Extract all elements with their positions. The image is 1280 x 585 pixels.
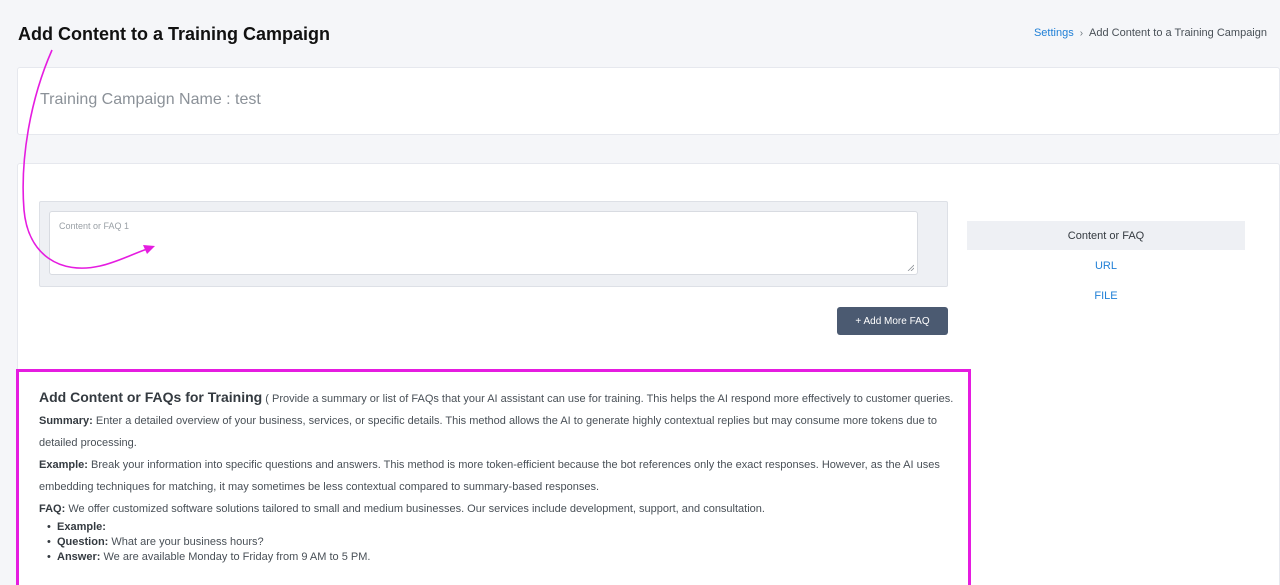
instructions-intro: Add Content or FAQs for Training ( Provi… <box>39 386 954 410</box>
instructions-intro-text: ( Provide a summary or list of FAQs that… <box>265 393 954 405</box>
faq-label: FAQ: <box>39 503 66 515</box>
bullet-text: What are your business hours? <box>111 536 264 548</box>
example-paragraph: Example: Break your information into spe… <box>39 454 954 498</box>
breadcrumb: Settings › Add Content to a Training Cam… <box>1034 27 1267 39</box>
add-more-faq-button[interactable]: + Add More FAQ <box>837 307 948 335</box>
tab-url[interactable]: URL <box>967 251 1245 280</box>
breadcrumb-settings-link[interactable]: Settings <box>1034 27 1074 39</box>
summary-label: Summary: <box>39 415 93 427</box>
bullet-text: We are available Monday to Friday from 9… <box>103 551 371 563</box>
tab-file[interactable]: FILE <box>967 281 1245 310</box>
faq-content-textarea[interactable]: Content or FAQ 1 <box>49 211 918 275</box>
campaign-name-card: Training Campaign Name : test <box>17 67 1280 135</box>
tab-content-or-faq[interactable]: Content or FAQ <box>967 221 1245 250</box>
bullet-label: Question: <box>57 536 109 548</box>
breadcrumb-separator-icon: › <box>1079 27 1084 39</box>
example-text: Break your information into specific que… <box>39 459 940 493</box>
faq-placeholder: Content or FAQ 1 <box>59 221 130 231</box>
list-item: Example: <box>47 520 968 535</box>
bullet-label: Example: <box>57 521 106 533</box>
campaign-name-label: Training Campaign Name : test <box>40 91 261 108</box>
list-item: Answer: We are available Monday to Frida… <box>47 550 968 565</box>
resize-handle-icon[interactable] <box>907 264 914 271</box>
content-type-tabs: Content or FAQ URL FILE <box>967 221 1245 311</box>
instructions-heading: Add Content or FAQs for Training <box>39 389 263 405</box>
faq-example-list: Example: Question: What are your busines… <box>39 520 968 565</box>
summary-text: Enter a detailed overview of your busine… <box>39 415 937 449</box>
bullet-label: Answer: <box>57 551 101 563</box>
faq-paragraph: FAQ: We offer customized software soluti… <box>39 498 954 520</box>
example-label: Example: <box>39 459 88 471</box>
breadcrumb-current: Add Content to a Training Campaign <box>1089 27 1267 39</box>
faq-text: We offer customized software solutions t… <box>68 503 765 515</box>
list-item: Question: What are your business hours? <box>47 535 968 550</box>
page-title: Add Content to a Training Campaign <box>18 24 330 44</box>
training-instructions-box: Add Content or FAQs for Training ( Provi… <box>16 369 971 585</box>
summary-paragraph: Summary: Enter a detailed overview of yo… <box>39 410 954 454</box>
